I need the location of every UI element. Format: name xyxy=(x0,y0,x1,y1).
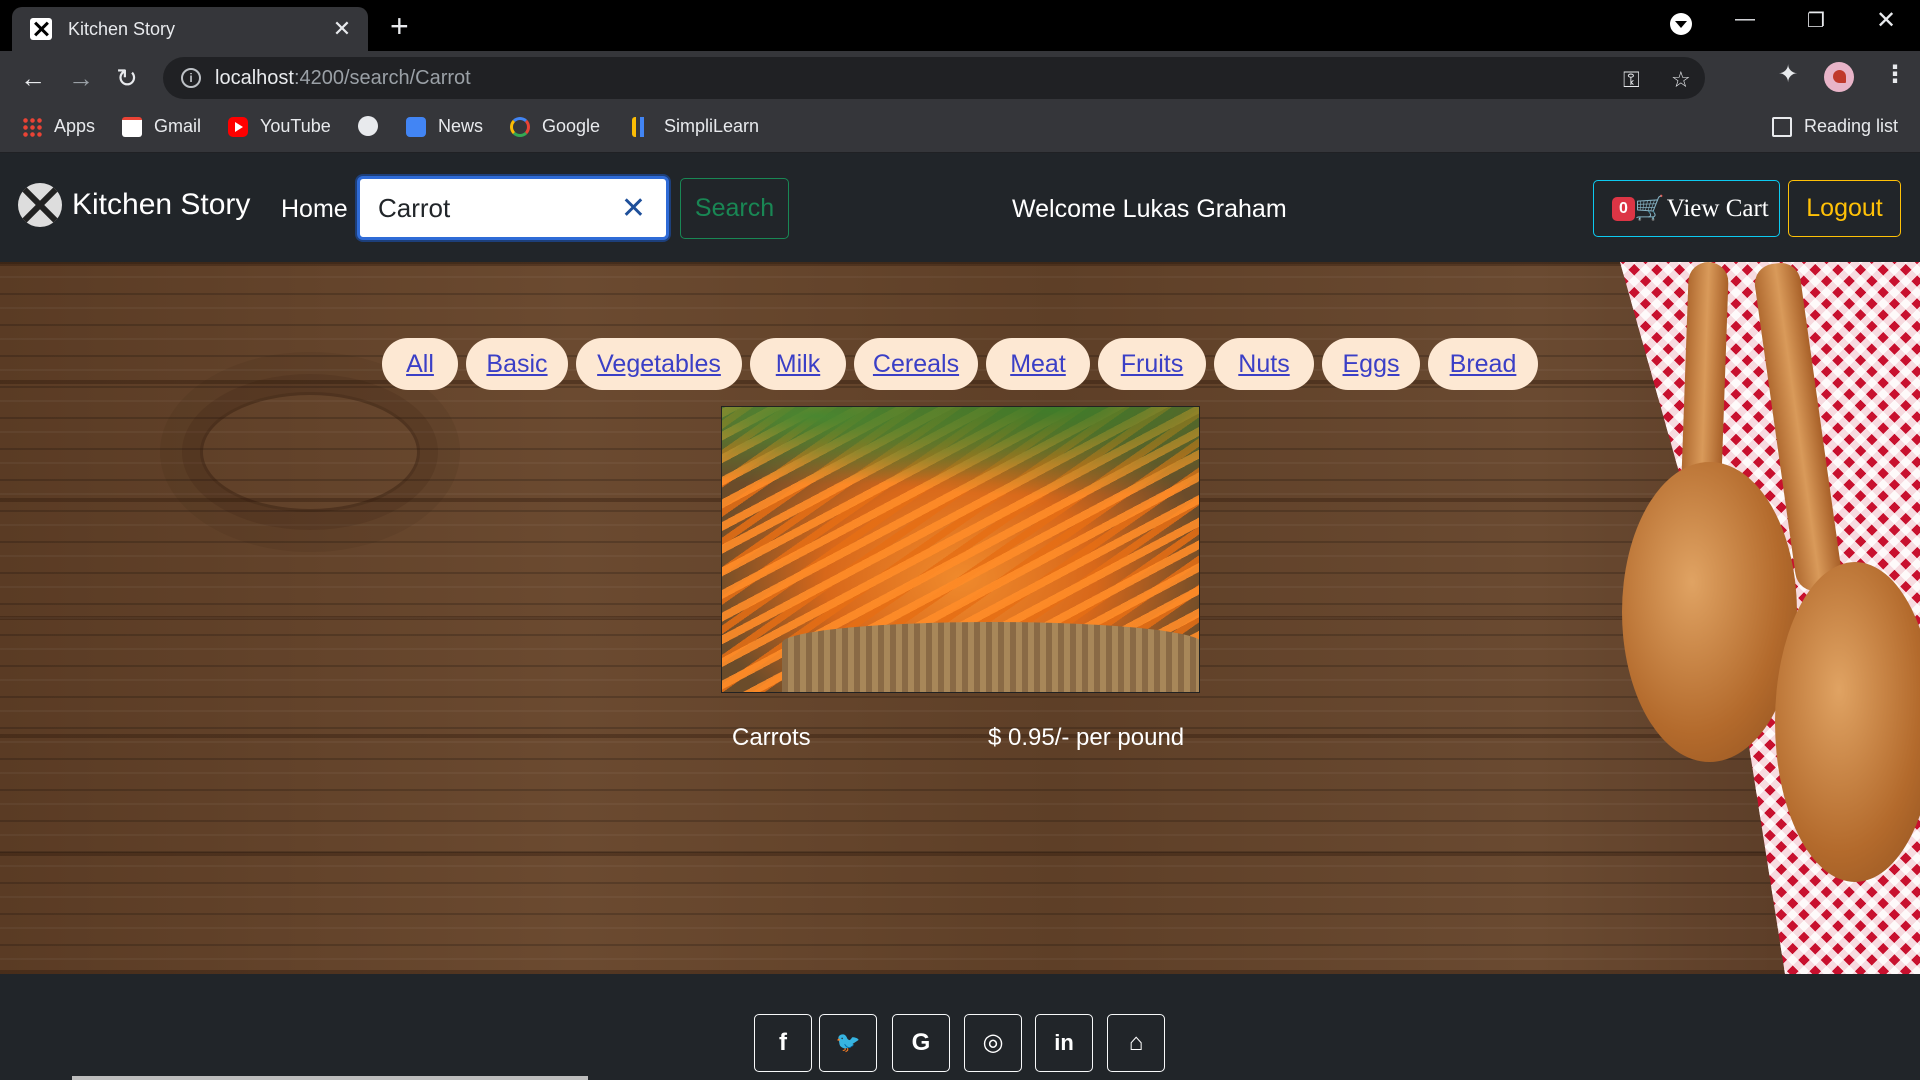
category-basic[interactable]: Basic xyxy=(466,338,568,390)
browser-toolbar: ← → ↻ i localhost:4200/search/Carrot ☆ ⚿… xyxy=(0,51,1920,105)
shopping-cart-icon: 🛒 xyxy=(1634,196,1665,222)
reading-list-icon xyxy=(1772,116,1792,137)
product-image-carrots[interactable] xyxy=(721,406,1200,693)
address-bar[interactable]: i localhost:4200/search/Carrot ☆ ⚿ xyxy=(163,57,1705,99)
bookmark-apps[interactable]: Apps xyxy=(22,116,95,137)
horizontal-scrollbar[interactable] xyxy=(72,1076,588,1080)
category-bread[interactable]: Bread xyxy=(1428,338,1538,390)
tab-title: Kitchen Story xyxy=(68,18,176,39)
bookmark-label: Google xyxy=(542,116,601,136)
new-tab-icon[interactable]: + xyxy=(390,10,409,42)
tab-search-icon[interactable] xyxy=(1670,13,1692,35)
bookmark-label: YouTube xyxy=(260,116,331,136)
apps-grid-icon xyxy=(22,116,42,137)
logout-button[interactable]: Logout xyxy=(1788,180,1901,237)
category-milk[interactable]: Milk xyxy=(750,338,846,390)
brand-name: Kitchen Story xyxy=(72,188,251,221)
site-info-icon[interactable]: i xyxy=(181,68,201,88)
reading-list-label: Reading list xyxy=(1804,116,1899,136)
search-field[interactable]: ✕ xyxy=(357,176,669,240)
kitchen-utensils-logo-icon xyxy=(18,183,62,227)
product-price: $ 0.95/- per pound xyxy=(988,724,1185,751)
youtube-icon xyxy=(228,116,248,137)
url-host: localhost xyxy=(215,66,294,89)
category-fruits[interactable]: Fruits xyxy=(1098,338,1206,390)
brand[interactable]: Kitchen Story xyxy=(18,183,250,227)
bookmarks-bar: Apps Gmail YouTube News Google SimpliLea… xyxy=(0,105,1920,153)
page: Kitchen Story Home ✕ Search Welcome Luka… xyxy=(0,153,1920,1080)
category-cereals[interactable]: Cereals xyxy=(854,338,978,390)
twitter-icon[interactable]: 🐦 xyxy=(819,1014,877,1072)
bookmark-news[interactable]: News xyxy=(406,116,483,137)
linkedin-icon[interactable]: in xyxy=(1035,1014,1093,1072)
instagram-icon[interactable]: ◎ xyxy=(964,1014,1022,1072)
spoon-bowl-decoration xyxy=(1622,462,1797,762)
chrome-menu-icon[interactable]: ⋮ xyxy=(1883,60,1907,89)
view-cart-button[interactable]: 0 🛒 View Cart xyxy=(1593,180,1780,237)
bookmark-youtube[interactable]: YouTube xyxy=(228,116,331,137)
facebook-icon[interactable]: f xyxy=(754,1014,812,1072)
minimize-icon[interactable]: — xyxy=(1735,8,1755,31)
search-input[interactable] xyxy=(378,192,608,224)
browser-tab[interactable]: Kitchen Story ✕ xyxy=(12,7,368,51)
back-icon[interactable]: ← xyxy=(20,63,46,93)
reload-icon[interactable]: ↻ xyxy=(116,63,138,93)
news-icon xyxy=(406,116,426,137)
bookmark-google[interactable]: Google xyxy=(510,116,600,137)
category-nuts[interactable]: Nuts xyxy=(1214,338,1314,390)
category-vegetables[interactable]: Vegetables xyxy=(576,338,742,390)
category-filter-row: All Basic Vegetables Milk Cereals Meat F… xyxy=(0,338,1920,390)
bookmark-label: SimpliLearn xyxy=(664,116,760,136)
profile-avatar[interactable] xyxy=(1824,62,1854,92)
category-all[interactable]: All xyxy=(382,338,458,390)
star-icon[interactable]: ☆ xyxy=(1671,67,1691,93)
bookmark-label: Gmail xyxy=(154,116,202,136)
site-footer: f 🐦 G ◎ in ⌂ xyxy=(0,974,1920,1080)
site-navbar: Kitchen Story Home ✕ Search Welcome Luka… xyxy=(0,153,1920,262)
google-icon xyxy=(510,116,530,137)
cart-count-badge: 0 xyxy=(1612,196,1635,221)
simplilearn-icon xyxy=(632,116,652,137)
reading-list[interactable]: Reading list xyxy=(1772,116,1898,137)
view-cart-label: View Cart xyxy=(1666,194,1769,222)
basket-decoration xyxy=(782,622,1199,692)
bookmark-simplilearn[interactable]: SimpliLearn xyxy=(632,116,759,137)
tab-close-icon[interactable]: ✕ xyxy=(330,16,354,42)
wood-knot-decoration xyxy=(200,392,420,512)
key-icon[interactable]: ⚿ xyxy=(1623,67,1640,93)
bookmark-gmail[interactable]: Gmail xyxy=(122,116,201,137)
globe-icon xyxy=(358,116,378,136)
bookmark-label: News xyxy=(438,116,484,136)
bookmark-label: Apps xyxy=(54,116,96,136)
kitchen-story-favicon-icon xyxy=(30,18,52,40)
gmail-icon xyxy=(122,116,142,137)
category-eggs[interactable]: Eggs xyxy=(1322,338,1420,390)
google-icon[interactable]: G xyxy=(892,1014,950,1072)
search-button[interactable]: Search xyxy=(680,178,789,239)
welcome-message: Welcome Lukas Graham xyxy=(1012,195,1287,223)
product-name: Carrots xyxy=(732,724,811,751)
url-path: :4200/search/Carrot xyxy=(293,66,471,89)
category-meat[interactable]: Meat xyxy=(986,338,1090,390)
clear-search-icon[interactable]: ✕ xyxy=(621,191,646,226)
extensions-icon[interactable]: ✦ xyxy=(1778,60,1798,89)
restore-icon[interactable]: ❐ xyxy=(1807,8,1825,33)
bookmark-globe[interactable] xyxy=(358,116,390,136)
carrot-greens-decoration xyxy=(722,407,1199,497)
github-icon[interactable]: ⌂ xyxy=(1107,1014,1165,1072)
forward-icon[interactable]: → xyxy=(68,63,94,93)
nav-home-link[interactable]: Home xyxy=(281,195,348,224)
browser-tab-bar: Kitchen Story ✕ + — ❐ ✕ xyxy=(0,0,1920,51)
close-window-icon[interactable]: ✕ xyxy=(1876,6,1896,35)
